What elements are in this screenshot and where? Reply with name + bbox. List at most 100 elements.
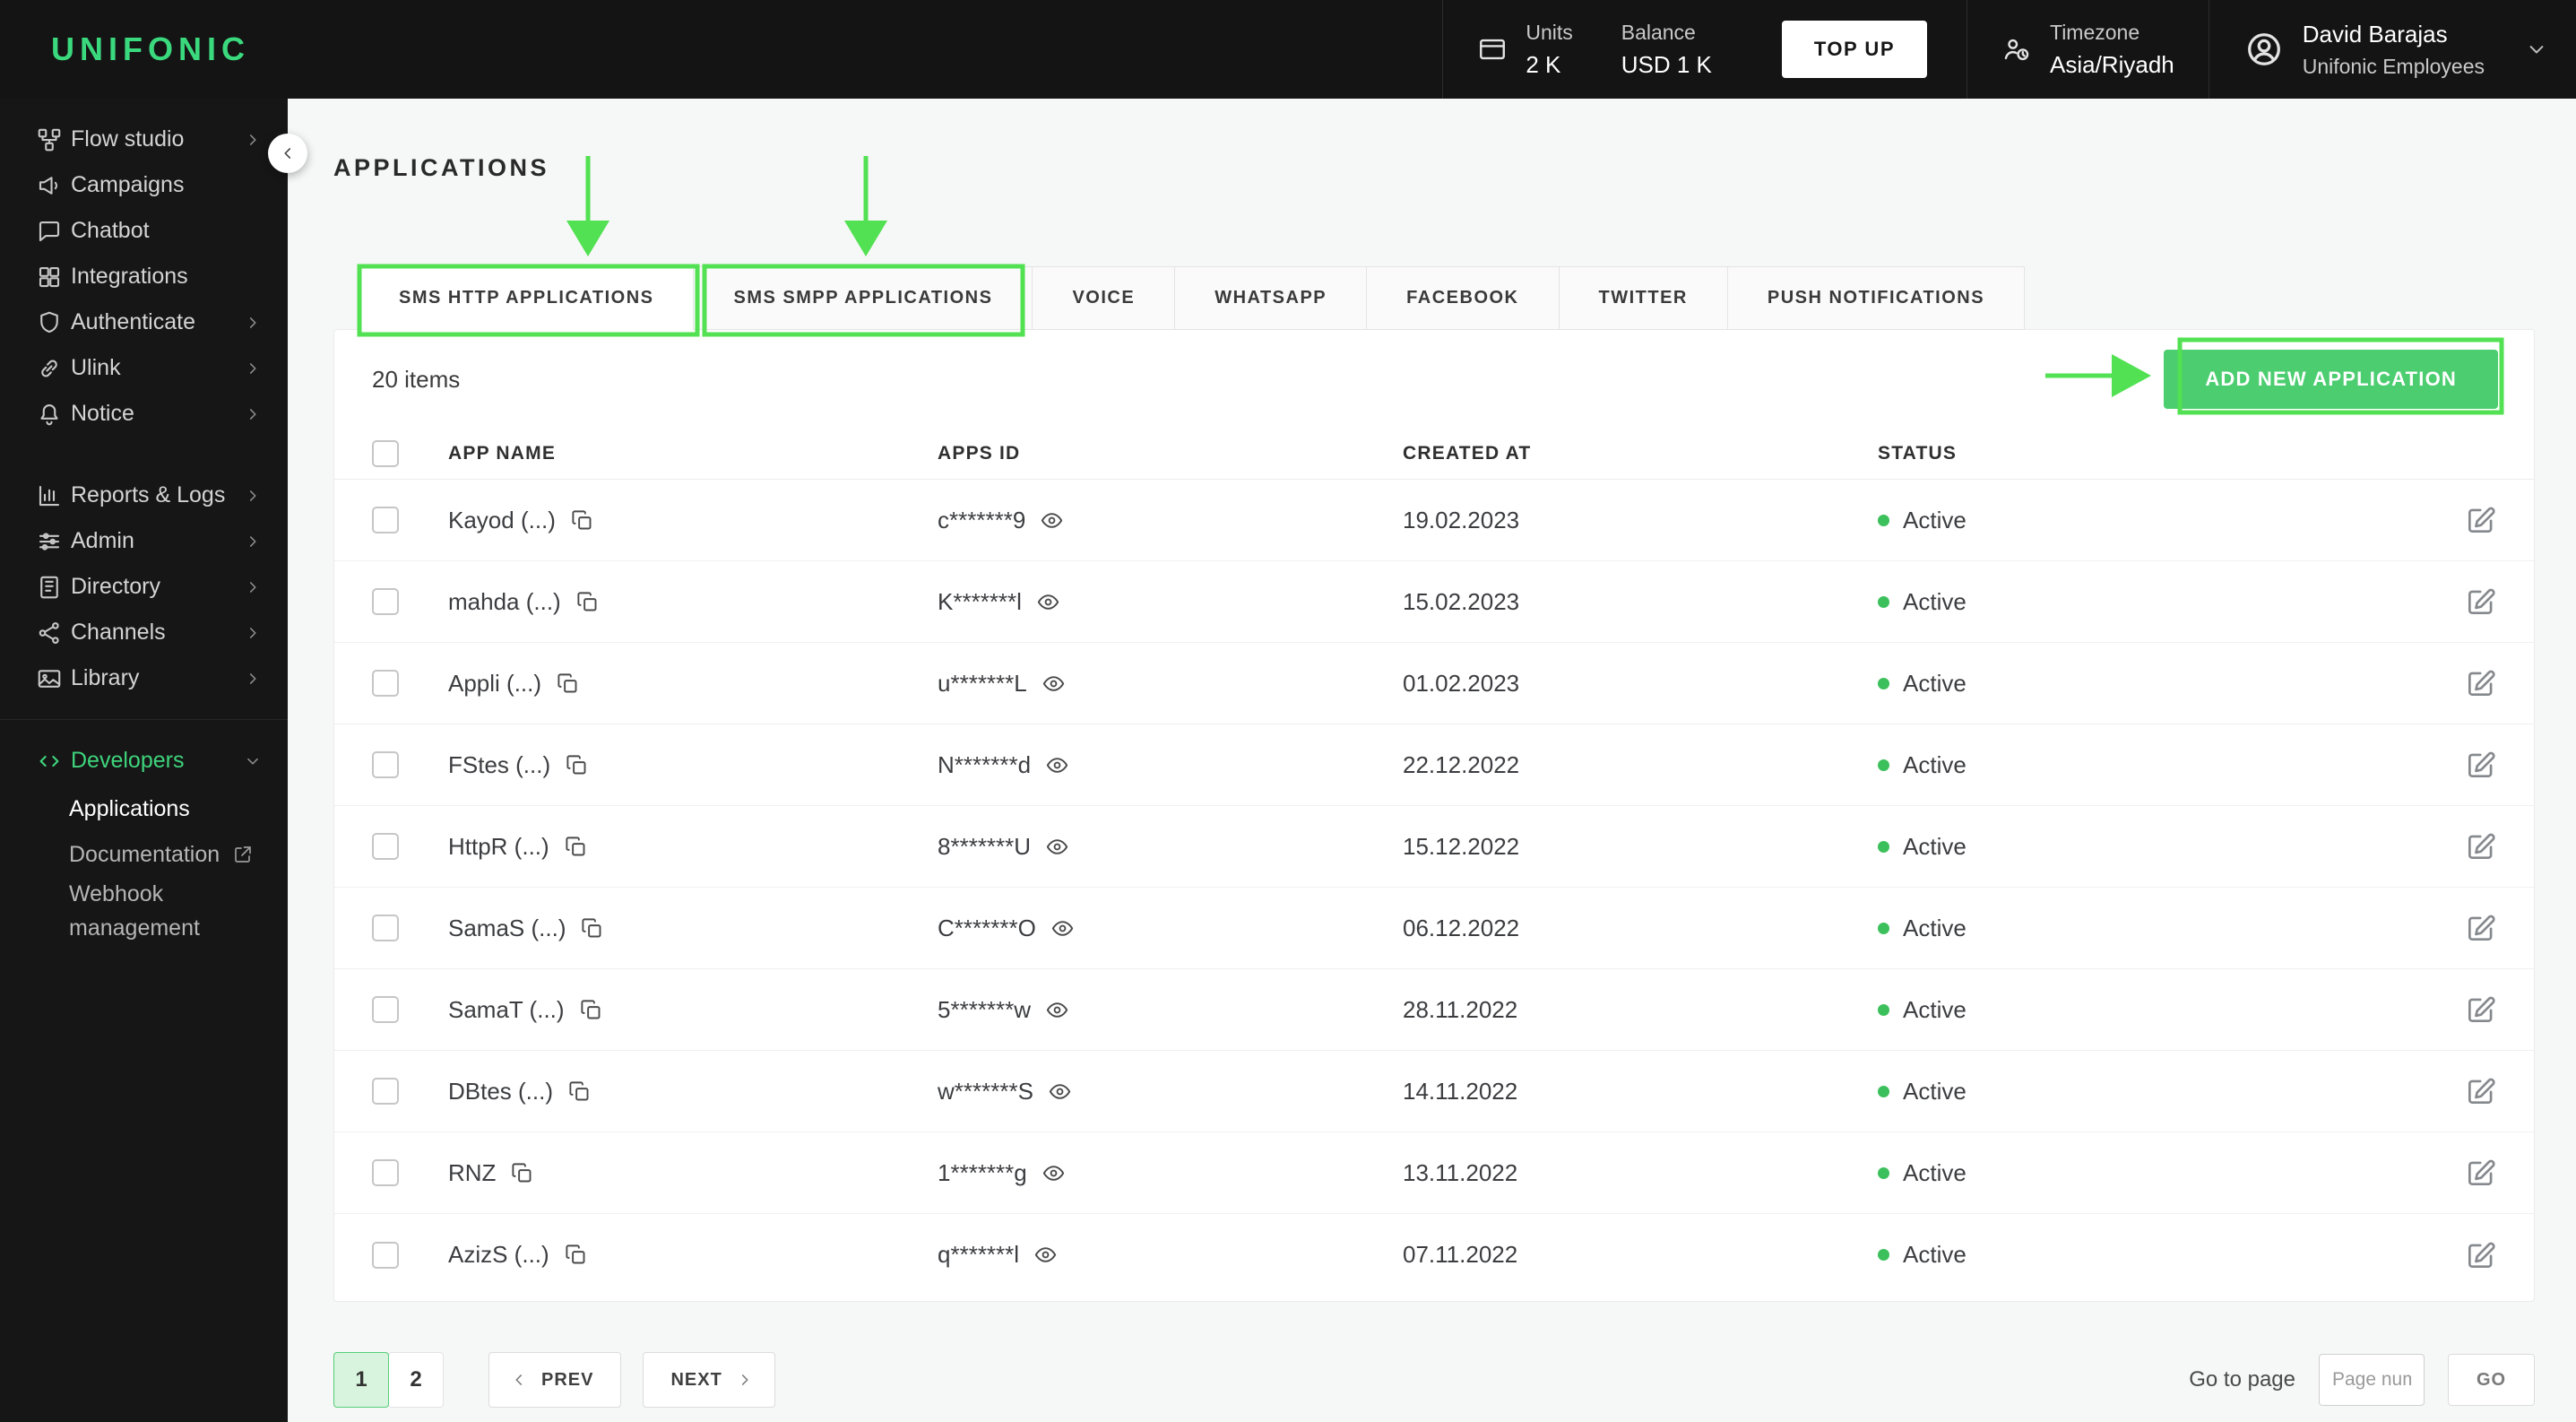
created-at: 28.11.2022	[1403, 995, 1518, 1023]
sidebar-subitem-label: Applications	[69, 795, 190, 821]
prev-button[interactable]: PREV	[488, 1352, 622, 1408]
created-at: 07.11.2022	[1403, 1241, 1518, 1268]
tab-whatsapp[interactable]: WHATSAPP	[1174, 266, 1368, 330]
copy-icon[interactable]	[565, 753, 589, 777]
eye-icon[interactable]	[1048, 1080, 1072, 1104]
eye-icon[interactable]	[1042, 672, 1066, 696]
sidebar-item-campaigns[interactable]: Campaigns	[0, 162, 288, 208]
topbar: UNIFONIC Units 2 K Balance USD 1 K TOP U…	[0, 0, 2576, 99]
copy-icon[interactable]	[510, 1161, 534, 1185]
status-badge: Active	[1878, 670, 2417, 698]
edit-button[interactable]	[2464, 748, 2498, 782]
select-all-checkbox[interactable]	[372, 440, 399, 467]
developers-section: Developers Applications Documentation Webh…	[0, 719, 288, 945]
row-checkbox[interactable]	[372, 751, 399, 778]
page-number-input[interactable]	[2319, 1354, 2425, 1406]
row-checkbox[interactable]	[372, 507, 399, 533]
user-name: David Barajas	[2302, 20, 2448, 48]
timezone-section: Timezone Asia/Riyadh	[1967, 0, 2209, 99]
eye-icon[interactable]	[1033, 1243, 1058, 1267]
sidebar-item-chatbot[interactable]: Chatbot	[0, 208, 288, 254]
copy-icon[interactable]	[570, 508, 594, 533]
edit-button[interactable]	[2464, 829, 2498, 863]
copy-icon[interactable]	[580, 916, 604, 941]
copy-icon[interactable]	[575, 590, 600, 614]
tab-twitter[interactable]: TWITTER	[1558, 266, 1728, 330]
sidebar-item-library[interactable]: Library	[0, 655, 288, 701]
balance-value: USD 1 K	[1621, 50, 1712, 78]
sidebar-subitem-applications[interactable]: Applications	[69, 785, 255, 831]
eye-icon[interactable]	[1042, 1161, 1066, 1185]
edit-button[interactable]	[2464, 1156, 2498, 1190]
user-menu[interactable]: David Barajas Unifonic Employees	[2208, 0, 2576, 99]
tab-sms-smpp-applications[interactable]: SMS SMPP APPLICATIONS	[693, 266, 1033, 330]
app-name: mahda (...)	[448, 587, 561, 615]
status-label: Active	[1903, 1158, 1967, 1186]
row-checkbox[interactable]	[372, 915, 399, 941]
chevron-right-icon	[243, 130, 263, 150]
status-badge: Active	[1878, 833, 2417, 861]
sidebar-item-reports-logs[interactable]: Reports & Logs	[0, 473, 288, 518]
row-checkbox[interactable]	[372, 1159, 399, 1186]
copy-icon[interactable]	[564, 835, 588, 859]
next-button[interactable]: NEXT	[643, 1352, 775, 1408]
sidebar-subitem-webhook-management[interactable]: Webhook management	[69, 877, 255, 945]
tab-voice[interactable]: VOICE	[1032, 266, 1176, 330]
column-header-apps-id: APPS ID	[938, 443, 1021, 464]
row-checkbox[interactable]	[372, 1241, 399, 1269]
sidebar-subitem-documentation[interactable]: Documentation	[69, 831, 255, 877]
sidebar-item-directory[interactable]: Directory	[0, 564, 288, 610]
tab-push-notifications[interactable]: PUSH NOTIFICATIONS	[1726, 266, 2026, 330]
sidebar-item-admin[interactable]: Admin	[0, 518, 288, 564]
sidebar-item-label: Campaigns	[71, 172, 185, 197]
edit-button[interactable]	[2464, 993, 2498, 1027]
sidebar-item-channels[interactable]: Channels	[0, 610, 288, 655]
eye-icon[interactable]	[1050, 916, 1075, 941]
edit-button[interactable]	[2464, 1074, 2498, 1108]
row-checkbox[interactable]	[372, 670, 399, 697]
page-button-2[interactable]: 2	[388, 1352, 444, 1408]
sidebar-collapse-button[interactable]	[268, 134, 307, 173]
copy-icon[interactable]	[556, 672, 580, 696]
eye-icon[interactable]	[1036, 590, 1060, 614]
edit-button[interactable]	[2464, 911, 2498, 945]
created-at: 19.02.2023	[1403, 506, 1520, 533]
table-body: Kayod (...) c*******9 19.02.2023 Active mahd…	[334, 480, 2534, 1296]
top-up-button[interactable]: TOP UP	[1781, 21, 1927, 78]
library-icon	[36, 665, 63, 692]
flow-icon	[36, 126, 63, 153]
row-checkbox[interactable]	[372, 833, 399, 860]
copy-icon[interactable]	[579, 998, 603, 1022]
tab-facebook[interactable]: FACEBOOK	[1366, 266, 1560, 330]
created-at: 13.11.2022	[1403, 1158, 1518, 1186]
sidebar-item-flow-studio[interactable]: Flow studio	[0, 117, 288, 162]
chevron-left-icon	[509, 1370, 529, 1390]
go-button[interactable]: GO	[2448, 1354, 2535, 1406]
row-checkbox[interactable]	[372, 1078, 399, 1105]
row-checkbox[interactable]	[372, 588, 399, 615]
eye-icon[interactable]	[1045, 753, 1069, 777]
edit-button[interactable]	[2464, 503, 2498, 537]
copy-icon[interactable]	[567, 1080, 592, 1104]
eye-icon[interactable]	[1045, 998, 1069, 1022]
timezone-icon	[2001, 34, 2032, 65]
sidebar-item-ulink[interactable]: Ulink	[0, 345, 288, 391]
sidebar-item-developers[interactable]: Developers	[0, 738, 288, 784]
sidebar-item-authenticate[interactable]: Authenticate	[0, 299, 288, 345]
eye-icon[interactable]	[1040, 508, 1064, 533]
row-checkbox[interactable]	[372, 996, 399, 1023]
add-new-application-button[interactable]: ADD NEW APPLICATION	[2164, 350, 2498, 409]
link-icon	[36, 355, 63, 382]
copy-icon[interactable]	[564, 1243, 588, 1267]
tab-sms-http-applications[interactable]: SMS HTTP APPLICATIONS	[359, 266, 695, 330]
page-button-1[interactable]: 1	[333, 1352, 389, 1408]
app-name: RNZ	[448, 1158, 497, 1186]
edit-button[interactable]	[2464, 585, 2498, 619]
eye-icon[interactable]	[1045, 835, 1069, 859]
sidebar-item-integrations[interactable]: Integrations	[0, 254, 288, 299]
edit-button[interactable]	[2464, 1238, 2498, 1272]
chevron-left-icon	[278, 143, 298, 163]
edit-button[interactable]	[2464, 666, 2498, 700]
sidebar-item-notice[interactable]: Notice	[0, 391, 288, 437]
shield-icon	[36, 309, 63, 336]
